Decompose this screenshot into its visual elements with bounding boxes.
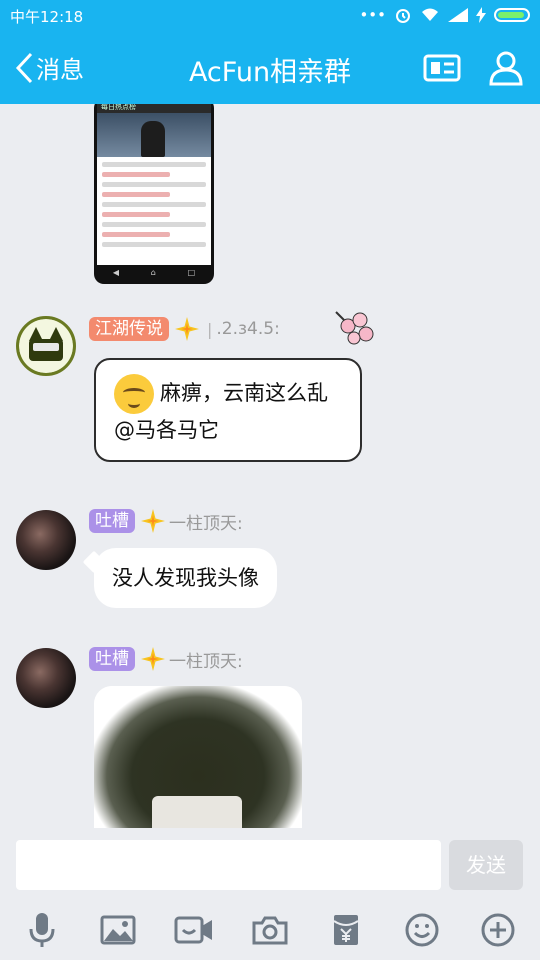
microphone-icon bbox=[29, 913, 55, 947]
sender-info: 吐槽 一柱顶天: bbox=[89, 508, 243, 534]
nav-actions bbox=[422, 48, 528, 88]
more-button[interactable] bbox=[474, 906, 522, 954]
battery-icon bbox=[494, 8, 530, 22]
sender-nickname: 一柱顶天: bbox=[169, 651, 243, 672]
send-button[interactable]: 发送 bbox=[449, 840, 523, 890]
phone-screenshot-image[interactable]: 每日热点榜 ◀ ⌂ □ bbox=[94, 104, 214, 284]
wifi-icon bbox=[422, 8, 438, 21]
more-dots-icon: ••• bbox=[359, 6, 386, 24]
status-time: 中午12:18 bbox=[10, 8, 84, 26]
phone-recents-icon: □ bbox=[187, 267, 196, 277]
message-mention[interactable]: @马各马它 bbox=[114, 418, 219, 442]
emoji-icon bbox=[405, 913, 439, 947]
red-packet-icon bbox=[333, 915, 359, 945]
sender-nickname: .2.з4.5: bbox=[216, 319, 280, 339]
status-icons: ••• bbox=[359, 6, 530, 24]
voice-button[interactable] bbox=[18, 906, 66, 954]
camera-icon bbox=[252, 916, 288, 945]
sender-info: 江湖传说 | .2.з4.5: bbox=[89, 316, 280, 342]
sparkle-star-icon bbox=[141, 647, 165, 671]
plus-icon bbox=[481, 913, 515, 947]
sparkle-star-icon bbox=[141, 509, 165, 533]
chat-message: 吐槽 一柱顶天: bbox=[0, 646, 540, 828]
chevron-left-icon bbox=[15, 52, 33, 83]
charging-icon bbox=[476, 7, 486, 23]
alarm-icon bbox=[396, 9, 410, 23]
sad-face-emoji-icon bbox=[114, 374, 154, 414]
message-bubble[interactable]: 麻痹，云南这么乱 @马各马它 bbox=[94, 358, 362, 462]
message-text: 麻痹，云南这么乱 bbox=[160, 381, 328, 405]
avatar[interactable] bbox=[16, 510, 76, 570]
message-bubble[interactable]: 没人发现我头像 bbox=[94, 548, 277, 608]
avatar[interactable] bbox=[16, 316, 76, 376]
phone-back-icon: ◀ bbox=[112, 267, 120, 277]
red-packet-button[interactable] bbox=[322, 906, 370, 954]
image-icon bbox=[100, 915, 136, 945]
sparkle-star-icon bbox=[175, 317, 199, 341]
message-image[interactable] bbox=[94, 686, 302, 828]
video-icon bbox=[174, 916, 212, 944]
sender-info: 吐槽 一柱顶天: bbox=[89, 646, 243, 672]
phone-screenshot-photo bbox=[97, 113, 211, 157]
phone-home-icon: ⌂ bbox=[150, 267, 156, 277]
separator: | bbox=[207, 319, 213, 339]
input-toolbar bbox=[0, 900, 540, 960]
chat-message: 江湖传说 | .2.з4.5: 麻痹，云南这么乱 @马各马它 bbox=[0, 311, 540, 476]
phone-screenshot-header: 每日热点榜 bbox=[97, 104, 211, 113]
sender-nickname: 一柱顶天: bbox=[169, 513, 243, 534]
avatar[interactable] bbox=[16, 648, 76, 708]
message-input[interactable] bbox=[16, 840, 441, 890]
chat-message: 吐槽 一柱顶天: 没人发现我头像 bbox=[0, 508, 540, 618]
back-label: 消息 bbox=[36, 56, 84, 84]
camera-button[interactable] bbox=[246, 906, 294, 954]
image-face-region bbox=[152, 796, 242, 828]
group-members-icon[interactable] bbox=[486, 48, 528, 88]
member-title-badge: 吐槽 bbox=[89, 647, 135, 671]
message-text: 没人发现我头像 bbox=[112, 566, 259, 590]
video-chat-button[interactable] bbox=[170, 906, 218, 954]
group-profile-card-icon[interactable] bbox=[422, 48, 462, 88]
cherry-blossom-icon bbox=[335, 311, 374, 345]
status-bar: 中午12:18 ••• bbox=[0, 0, 540, 32]
member-title-badge: 江湖传说 bbox=[89, 317, 169, 341]
back-button[interactable]: 消息 bbox=[14, 50, 84, 85]
emoji-button[interactable] bbox=[398, 906, 446, 954]
member-title-badge: 吐槽 bbox=[89, 509, 135, 533]
chat-messages[interactable]: 每日热点榜 ◀ ⌂ □ 江湖传说 | .2.з4.5: 麻痹，云南这么乱 @马各… bbox=[0, 104, 540, 828]
signal-icon bbox=[448, 8, 468, 22]
image-button[interactable] bbox=[94, 906, 142, 954]
input-bar: 发送 bbox=[0, 828, 540, 900]
phone-nav-bar: ◀ ⌂ □ bbox=[97, 265, 211, 279]
nav-bar: 消息 AcFun相亲群 bbox=[0, 32, 540, 104]
